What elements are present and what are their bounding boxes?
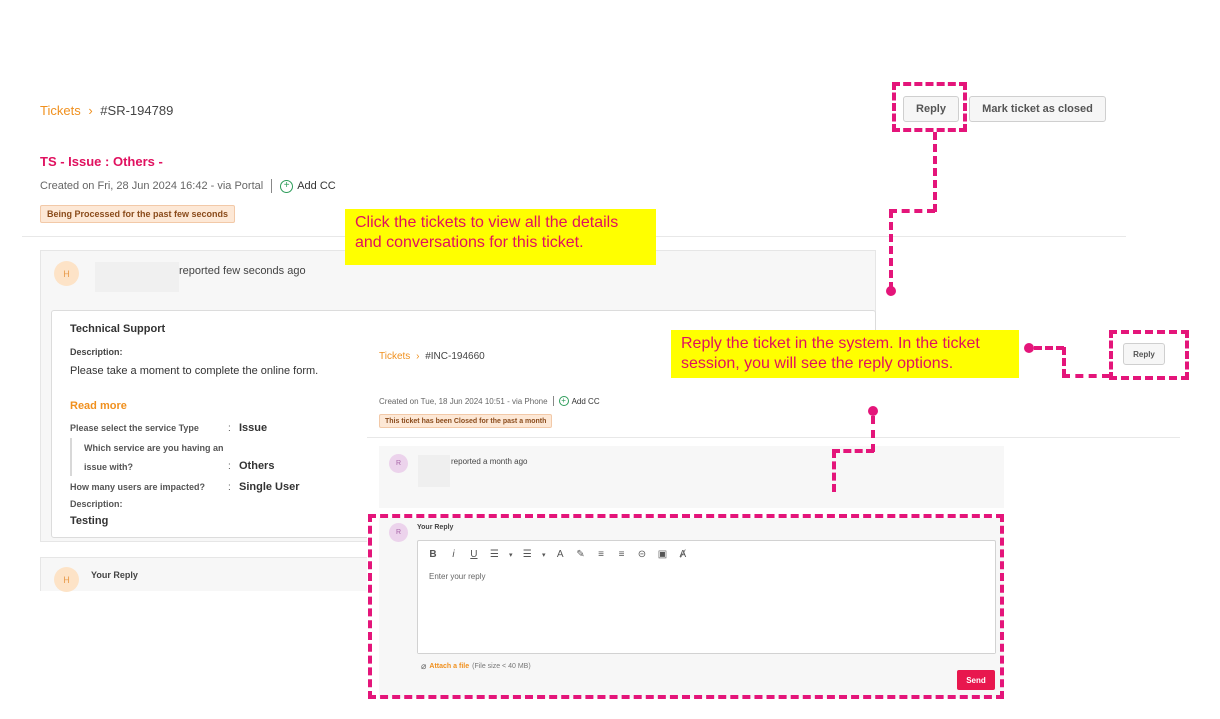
card-title: Technical Support [70, 323, 166, 335]
your-reply-label: Your Reply [91, 570, 138, 580]
connector-dot [1024, 343, 1034, 353]
overlay-reported-text: reported a month ago [451, 457, 528, 466]
overlay-ticket-id: #INC-194660 [425, 351, 485, 362]
callout-tickets: Click the tickets to view all the detail… [345, 209, 656, 265]
field-colon: : [228, 423, 231, 434]
add-circle-icon: + [558, 396, 569, 406]
field-users-impacted-label: How many users are impacted? [70, 482, 206, 492]
field-colon: : [228, 461, 231, 472]
overlay-status-badge: This ticket has been Closed for the past… [379, 414, 553, 428]
field-service-type-label: Please select the service Type [70, 423, 199, 433]
connector-line [889, 209, 935, 213]
nested-field-bar [70, 438, 72, 476]
overlay-reporter-name [418, 455, 450, 487]
your-reply-avatar: H [54, 567, 79, 592]
description-label: Description: [70, 347, 123, 357]
breadcrumb-tickets-link[interactable]: Tickets [40, 103, 81, 118]
status-badge: Being Processed for the past few seconds [40, 205, 236, 223]
add-circle-icon: + [280, 179, 294, 193]
field-which-service-label: Which service are you having an [84, 443, 224, 453]
overlay-add-cc-label: Add CC [571, 396, 600, 406]
description2-label: Description: [70, 499, 123, 509]
field-which-service-value: Others [239, 460, 275, 472]
created-text: Created on Fri, 28 Jun 2024 16:42 - via … [40, 180, 264, 192]
read-more-link[interactable]: Read more [70, 400, 127, 412]
connector-line [889, 210, 893, 290]
add-cc-button[interactable]: + Add CC [280, 179, 336, 193]
overlay-breadcrumb: Tickets › #INC-194660 [379, 351, 485, 362]
mark-ticket-closed-button[interactable]: Mark ticket as closed [969, 96, 1106, 122]
breadcrumb-separator: › [88, 103, 93, 118]
overlay-breadcrumb-separator: › [416, 351, 420, 362]
connector-dot [886, 286, 896, 296]
divider [271, 179, 273, 193]
overlay-divider [367, 437, 1180, 438]
ticket-title: TS - Issue : Others - [40, 154, 163, 169]
overlay-add-cc-button[interactable]: + Add CC [558, 396, 600, 406]
description2-text: Testing [70, 515, 109, 527]
callout-reply: Reply the ticket in the system. In the t… [671, 330, 1019, 378]
breadcrumb: Tickets › #SR-194789 [40, 103, 173, 118]
overlay-created-text: Created on Tue, 18 Jun 2024 10:51 - via … [379, 396, 548, 406]
reported-text: reported few seconds ago [179, 265, 306, 277]
field-service-type-value: Issue [239, 422, 268, 434]
ticket-id: #SR-194789 [100, 103, 174, 118]
connector-line [1034, 346, 1064, 350]
divider [552, 396, 554, 406]
field-which-service-label-2: issue with? [84, 462, 134, 472]
annotation-box-reply [892, 82, 967, 132]
overlay-reporter-avatar: R [389, 454, 408, 473]
overlay-conversation-panel [379, 446, 1004, 508]
connector-line [871, 416, 875, 452]
field-users-impacted-value: Single User [239, 481, 300, 493]
ticket-created: Created on Fri, 28 Jun 2024 16:42 - via … [40, 179, 336, 193]
overlay-ticket-created: Created on Tue, 18 Jun 2024 10:51 - via … [379, 396, 600, 406]
reporter-avatar: H [54, 261, 79, 286]
field-colon: : [228, 482, 231, 493]
reporter-name [95, 262, 179, 292]
annotation-box-side-reply [1109, 330, 1189, 380]
connector-line [1062, 347, 1066, 377]
annotation-box-reply-section [368, 514, 1004, 699]
connector-line [933, 132, 937, 212]
overlay-breadcrumb-tickets-link[interactable]: Tickets [379, 351, 410, 362]
connector-line [832, 450, 836, 492]
connector-dot [868, 406, 878, 416]
description-text: Please take a moment to complete the onl… [70, 365, 319, 377]
connector-line [1062, 374, 1110, 378]
connector-line [832, 449, 874, 453]
your-reply-panel [40, 557, 370, 591]
add-cc-label: Add CC [297, 180, 336, 192]
